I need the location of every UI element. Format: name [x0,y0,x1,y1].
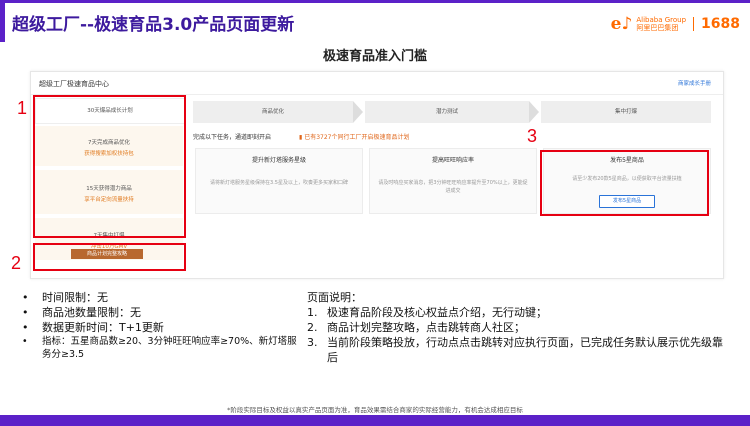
card-title: 提升新灯塔服务星级 [251,157,306,164]
bottom-accent-bar [0,415,750,426]
list-item-text: 商品池数量限制：无 [42,306,141,319]
logo-line1: Alibaba Group [636,16,687,24]
list-item: 3. 当前阶段策略投放，行动点点击跳转对应执行页面，已完成任务默认展示优先级靠后 [307,335,727,365]
list-item-text: 数据更新时间：T+1更新 [42,321,164,334]
list-item-text: 商品计划完整攻略，点击跳转商人社区； [327,321,525,334]
footnote: *阶段实际目标及权益以真实产品页面为准，育品效果需结合商家的实际经营能力，有机会… [227,406,523,414]
bullet-icon: • [22,321,29,334]
step-burst: 集中打爆 [541,101,711,123]
slide-header: 超级工厂--极速育品3.0产品页面更新 e♪ Alibaba Group 阿里巴… [0,0,750,42]
step-arrow-icon [529,101,539,123]
item-number: 2. [307,321,318,334]
bullet-icon: • [22,336,28,347]
slide-title: 超级工厂--极速育品3.0产品页面更新 [12,15,295,35]
list-item-text: 时间限制：无 [42,291,108,304]
top-accent-bar [0,0,750,3]
list-item-text: 极速育品阶段及核心权益点介绍，无行动键； [327,306,547,319]
card-desc: 请将新灯塔服务星级保持在3.5星及以上，吹奏更多买家和口碑 [210,180,348,186]
slide-subtitle: 极速育品准入门槛 [322,49,427,64]
peer-count-hint: ▮ 已有3727个同行工厂开启极速育品计划 [299,132,410,141]
card-title: 提高旺旺响应率 [431,157,474,164]
marker-2: 2 [11,253,22,273]
highlight-box-1 [33,95,186,238]
marker-3: 3 [527,126,538,146]
stage-steps: 商品优化 潜力测试 集中打爆 [193,101,711,123]
title-accent-bar [0,3,5,42]
peer-count-text: 已有3727个同行工厂开启极速育品计划 [304,134,410,141]
highlight-box-3 [540,150,709,216]
list-item: • 商品池数量限制：无 [22,305,302,320]
logo-1688: 1688 [701,16,740,32]
logo-divider [693,17,695,31]
step-arrow-icon [353,101,363,123]
card-desc: 请及时响应买家消息，把3分钟旺旺响应率提升至70%以上，更能促进成交 [378,180,528,194]
logo-text: Alibaba Group 阿里巴巴集团 [636,16,686,32]
item-number: 1. [307,306,318,319]
list-item: • 指标：五星商品数≥20、3分钟旺旺响应率≥70%、新灯塔服务分≥3.5 [22,335,302,361]
task-instruction: 完成以下任务，通道即刻开启 [193,134,272,141]
task-card-lighthouse: 提升新灯塔服务星级 请将新灯塔服务星级保持在3.5星及以上，吹奏更多买家和口碑 [195,148,363,214]
constraints-list: • 时间限制：无 • 商品池数量限制：无 • 数据更新时间：T+1更新 • 指标：五星商… [22,290,302,361]
page-description: 页面说明： 1. 极速育品阶段及核心权益点介绍，无行动键； 2. 商品计划完整攻略，… [307,290,727,365]
alibaba-logo-icon: e♪ [610,14,633,34]
list-item-text: 指标：五星商品数≥20、3分钟旺旺响应率≥70%、新灯塔服务分≥3.5 [42,336,297,360]
step-potential: 潜力测试 [365,101,529,123]
logo-line2: 阿里巴巴集团 [636,24,679,32]
alibaba-1688-logo: e♪ Alibaba Group 阿里巴巴集团 1688 [611,14,740,34]
bullet-icon: • [22,291,29,304]
merchant-handbook-link[interactable]: 商家成长手册 [678,79,711,87]
list-item: 1. 极速育品阶段及核心权益点介绍，无行动键； [307,305,727,320]
screenshot-title: 超级工厂极速育品中心 [39,80,109,88]
page-description-title: 页面说明： [307,291,362,304]
step-optimize: 商品优化 [193,101,353,123]
list-item: • 数据更新时间：T+1更新 [22,320,302,335]
task-card-wangwang: 提高旺旺响应率 请及时响应买家消息，把3分钟旺旺响应率提升至70%以上，更能促进… [369,148,537,214]
list-item: 2. 商品计划完整攻略，点击跳转商人社区； [307,320,727,335]
screenshot-header: 超级工厂极速育品中心 商家成长手册 [31,72,723,95]
list-item: • 时间限制：无 [22,290,302,305]
list-item-text: 当前阶段策略投放，行动点点击跳转对应执行页面，已完成任务默认展示优先级靠后 [327,336,723,364]
item-number: 3. [307,336,318,349]
bullet-icon: • [22,306,29,319]
highlight-box-2 [33,243,186,271]
marker-1: 1 [17,98,28,118]
